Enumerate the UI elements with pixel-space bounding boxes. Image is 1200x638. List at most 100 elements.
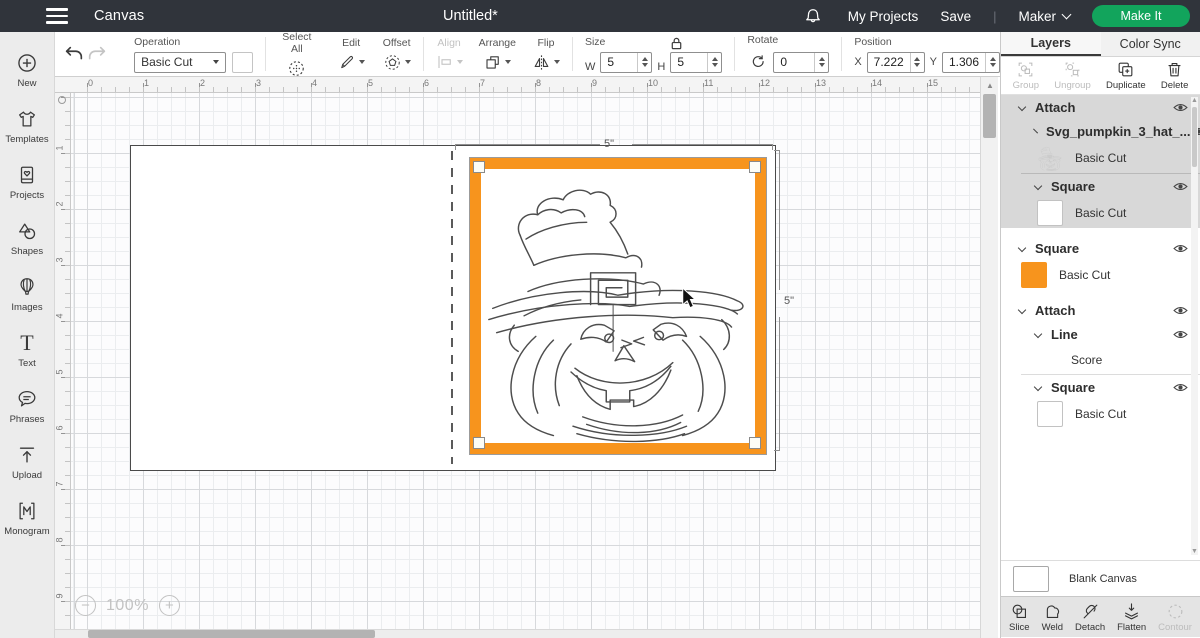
eye-icon[interactable] [1173,329,1188,340]
ruler-tick-label: 6 [55,425,65,430]
flatten-button[interactable]: Flatten [1117,599,1146,635]
canvas-color-swatch[interactable] [1013,566,1049,592]
contour-button[interactable]: Contour [1158,599,1192,635]
sidebar-item-projects[interactable]: Projects [0,154,55,210]
chevron-down-icon[interactable] [1018,103,1026,111]
scroll-down-arrow[interactable]: ▼ [1191,548,1198,555]
arrange-button[interactable] [484,53,511,71]
scroll-up-arrow[interactable]: ▲ [981,77,998,93]
chevron-down-icon[interactable] [1034,182,1042,190]
selection-dim-tick [774,150,780,151]
eye-icon[interactable] [1173,102,1188,113]
y-stepper[interactable] [985,53,999,72]
horizontal-scroll-thumb[interactable] [88,630,375,638]
slice-button[interactable]: Slice [1009,599,1030,635]
hamburger-menu-icon[interactable] [46,8,68,24]
layer-sublayer-pumpkin[interactable]: Basic Cut [1001,143,1200,173]
sidebar-item-upload[interactable]: Upload [0,434,55,490]
scroll-up-arrow[interactable]: ▲ [1191,97,1198,104]
height-stepper[interactable] [707,53,721,72]
flip-button[interactable] [532,53,560,72]
canvas-area[interactable]: 012345678910111213141516 123456789 5" 5"… [55,77,998,638]
layer-group-square-2[interactable]: Square Basic Cut [1001,236,1200,290]
make-it-button[interactable]: Make It [1092,5,1190,27]
select-all-button[interactable] [287,59,306,78]
canvas-label: Canvas [94,8,144,24]
redo-button[interactable] [86,42,109,66]
weld-button[interactable]: Weld [1042,599,1063,635]
sidebar-item-phrases[interactable]: Phrases [0,378,55,434]
sidebar-item-label: Monogram [4,526,49,537]
eye-icon[interactable] [1173,305,1188,316]
rotate-input[interactable]: 0 [773,52,829,73]
ungroup-button[interactable]: Ungroup [1054,59,1090,92]
panel-scroll-thumb[interactable] [1192,107,1197,167]
x-stepper[interactable] [910,53,924,72]
layer-row-attach-2[interactable]: Attach [1001,298,1200,322]
blank-canvas-row[interactable]: Blank Canvas [1001,560,1200,596]
ruler-origin-icon[interactable] [58,96,66,104]
lock-aspect-icon[interactable] [669,35,684,53]
layer-row-pumpkin[interactable]: Svg_pumpkin_3_hat_... [1001,119,1200,143]
vertical-scroll-thumb[interactable] [983,94,996,138]
machine-selector[interactable]: Maker [1018,9,1070,24]
layer-sublayer-square-3[interactable]: Basic Cut [1001,399,1200,429]
operation-color-swatch[interactable] [232,52,253,73]
score-fold-line[interactable] [451,151,453,464]
align-button[interactable] [436,53,463,71]
offset-button[interactable] [383,53,411,72]
duplicate-button[interactable]: Duplicate [1106,59,1146,92]
y-position-input[interactable]: 1.306 [942,52,1000,73]
group-button[interactable]: Group [1013,59,1039,92]
chevron-down-icon[interactable] [1034,383,1042,391]
delete-button[interactable]: Delete [1161,59,1188,92]
detach-button[interactable]: Detach [1075,599,1105,635]
sidebar-item-text[interactable]: T Text [0,322,55,378]
canvas-horizontal-scrollbar[interactable] [55,629,980,638]
operation-dropdown[interactable]: Basic Cut [134,52,226,73]
layer-group-attach-1[interactable]: Attach Svg_pumpkin_3_hat_... Basic Cut S… [1001,95,1200,228]
zoom-in-button[interactable]: + [159,595,180,616]
eye-icon[interactable] [1173,382,1188,393]
edit-button[interactable] [338,53,365,71]
notifications-bell-icon[interactable] [800,4,826,28]
chevron-down-icon[interactable] [1034,330,1042,338]
height-input[interactable]: 5 [670,52,722,73]
chevron-down-icon[interactable] [1018,244,1026,252]
eye-icon[interactable] [1173,243,1188,254]
zoom-out-button[interactable]: − [75,595,96,616]
layer-group-attach-2[interactable]: Attach Line Score Square Basic Cut [1001,298,1200,429]
layer-row-square-3[interactable]: Square [1001,375,1200,399]
ruler-tick-label: 8 [536,78,541,88]
my-projects-link[interactable]: My Projects [848,9,919,24]
layer-row-line[interactable]: Line [1001,322,1200,346]
save-link[interactable]: Save [940,9,971,24]
size-label: Size [585,36,722,48]
chevron-down-icon[interactable] [1018,306,1026,314]
layer-sublayer-square-1[interactable]: Basic Cut [1001,198,1200,228]
pumpkin-witch-hat-design[interactable] [481,168,755,444]
sidebar-item-shapes[interactable]: Shapes [0,210,55,266]
layer-row-square-2[interactable]: Square [1001,236,1200,260]
sidebar-item-templates[interactable]: Templates [0,98,55,154]
rotate-button[interactable] [747,50,769,74]
sidebar-item-monogram[interactable]: Monogram [0,490,55,546]
rotate-stepper[interactable] [814,53,828,72]
tab-layers[interactable]: Layers [1001,32,1101,56]
x-position-input[interactable]: 7.222 [867,52,925,73]
width-input[interactable]: 5 [600,52,652,73]
chevron-down-icon[interactable] [1033,129,1038,134]
canvas-vertical-scrollbar[interactable]: ▲ [980,77,998,638]
layer-row-attach[interactable]: Attach [1001,95,1200,119]
sidebar-item-new[interactable]: New [0,42,55,98]
eye-icon[interactable] [1173,181,1188,192]
undo-button[interactable] [63,42,86,66]
project-title[interactable]: Untitled* [443,8,498,24]
layer-sublayer-line[interactable]: Score [1001,346,1200,374]
layer-row-square-1[interactable]: Square [1001,174,1200,198]
sidebar-item-images[interactable]: Images [0,266,55,322]
layer-sublayer-square-2[interactable]: Basic Cut [1001,260,1200,290]
tab-color-sync[interactable]: Color Sync [1101,32,1200,56]
panel-scrollbar[interactable]: ▲ ▼ [1191,97,1198,555]
width-stepper[interactable] [637,53,651,72]
